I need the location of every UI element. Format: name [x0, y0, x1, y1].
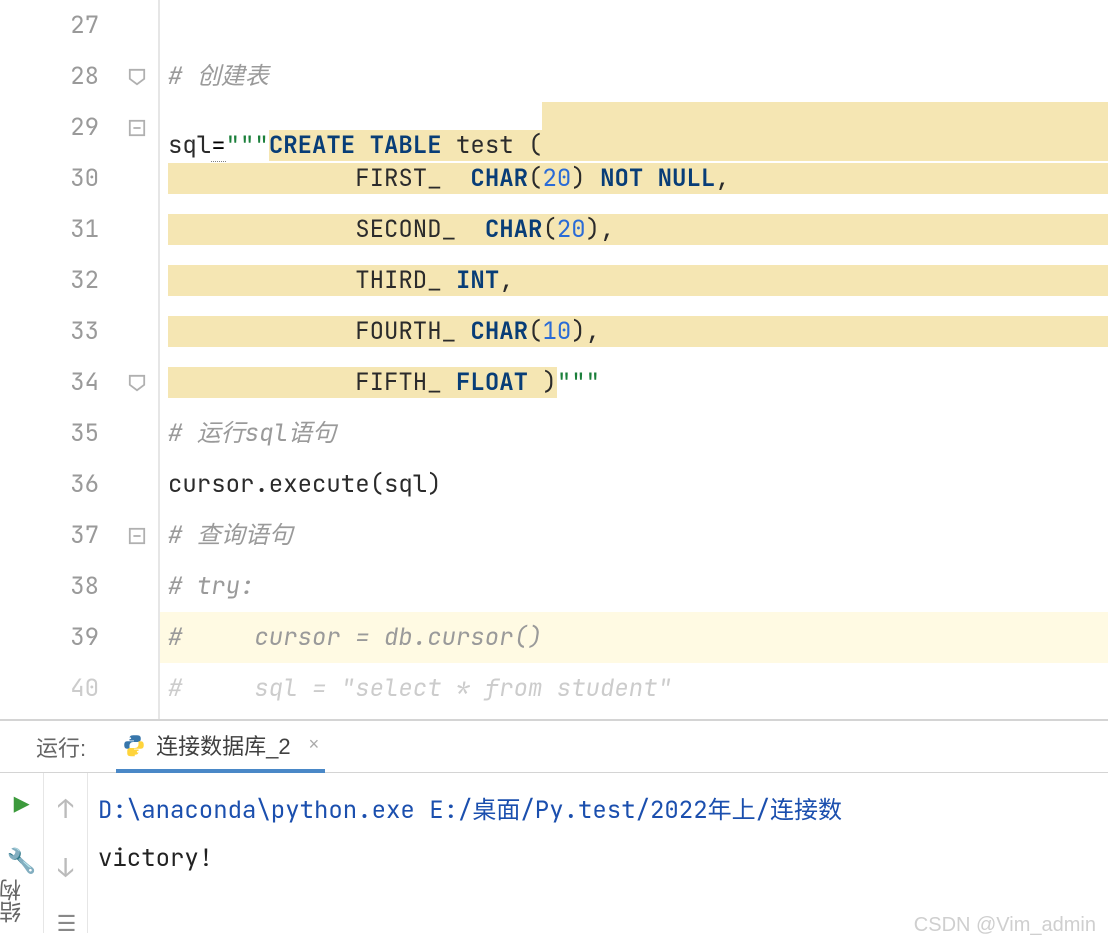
sql-num: 20	[557, 214, 586, 245]
comment: # try:	[168, 571, 254, 602]
sql-num: 20	[542, 163, 571, 194]
code-line[interactable]: # 创建表	[160, 51, 1108, 102]
play-icon[interactable]: ▶	[14, 787, 30, 822]
comment: # sql = "select * from student"	[168, 673, 672, 704]
line-number: 37	[0, 510, 99, 561]
code-line[interactable]: # 运行sql语句	[160, 408, 1108, 459]
line-number: 28	[0, 51, 99, 102]
paren-close: )	[542, 367, 556, 398]
code-line[interactable]	[160, 0, 1108, 51]
string-close: """	[557, 367, 600, 398]
sql-type: CHAR	[470, 316, 528, 347]
code-line[interactable]: FIFTH_ FLOAT )"""	[160, 357, 1108, 408]
console-output[interactable]: D:\anaconda\python.exe E:/桌面/Py.test/202…	[88, 773, 1108, 933]
comment: # cursor = db.cursor()	[168, 622, 542, 653]
run-body: ▶ 🔧 ↑ ↓ ☰ D:\anaconda\python.exe E:/桌面/P…	[0, 773, 1108, 933]
fold-start-icon[interactable]	[126, 525, 148, 547]
sql-num: 10	[542, 316, 571, 347]
code-line[interactable]: # try:	[160, 561, 1108, 612]
sql-type: INT	[456, 265, 499, 296]
fold-end-icon[interactable]	[126, 372, 148, 394]
sql-field: THIRD_	[355, 265, 441, 296]
code-line[interactable]: cursor.execute(sql)	[160, 459, 1108, 510]
sql-field: FIRST_	[355, 163, 441, 194]
code-line[interactable]: SECOND_ CHAR(20),	[160, 204, 1108, 255]
comment: # 运行sql语句	[168, 418, 336, 449]
arrow-up-icon[interactable]: ↑	[58, 791, 74, 826]
run-label: 运行:	[36, 731, 86, 763]
arrow-down-icon[interactable]: ↓	[58, 850, 74, 885]
code-line[interactable]: # 查询语句	[160, 510, 1108, 561]
line-number: 29	[0, 102, 99, 153]
run-toolbar-secondary: ↑ ↓ ☰	[44, 773, 88, 933]
fold-gutter	[120, 0, 160, 719]
code-line-current[interactable]: # cursor = db.cursor()	[160, 612, 1108, 663]
run-tabs: 运行: 连接数据库_2 ×	[0, 721, 1108, 773]
editor-area: 27 28 29 30 31 32 33 34 35 36 37 38 39 4…	[0, 0, 1108, 720]
code-line[interactable]: # sql = "select * from student"	[160, 663, 1108, 714]
line-number-gutter: 27 28 29 30 31 32 33 34 35 36 37 38 39 4…	[0, 0, 120, 719]
line-number: 36	[0, 459, 99, 510]
line-number: 31	[0, 204, 99, 255]
comment-text: 创建表	[197, 61, 269, 92]
comment-prefix: #	[168, 61, 197, 92]
code-line[interactable]: FIRST_ CHAR(20) NOT NULL,	[160, 153, 1108, 204]
run-tab[interactable]: 连接数据库_2 ×	[116, 721, 325, 773]
soft-wrap-icon[interactable]: ☰	[57, 909, 75, 938]
code-statement: cursor.execute(sql)	[168, 469, 442, 500]
line-number: 40	[0, 663, 99, 714]
fold-start-icon[interactable]	[126, 117, 148, 139]
line-number: 34	[0, 357, 99, 408]
line-number: 38	[0, 561, 99, 612]
code-line[interactable]: FOURTH_ CHAR(10),	[160, 306, 1108, 357]
line-number: 33	[0, 306, 99, 357]
run-tab-label: 连接数据库_2	[156, 729, 290, 761]
code-area[interactable]: # 创建表 sql="""CREATE TABLE test ( FIRST_ …	[160, 0, 1108, 719]
sql-constraint: NOT NULL	[600, 163, 715, 194]
code-line[interactable]: sql="""CREATE TABLE test (	[160, 102, 1108, 153]
sql-type: CHAR	[485, 214, 543, 245]
sql-field: FOURTH_	[355, 316, 456, 347]
fold-end-icon[interactable]	[126, 66, 148, 88]
code-line[interactable]: THIRD_ INT,	[160, 255, 1108, 306]
console-line: victory!	[98, 843, 213, 874]
line-number: 30	[0, 153, 99, 204]
line-number: 32	[0, 255, 99, 306]
watermark: CSDN @Vim_admin	[914, 914, 1096, 937]
sql-field: FIFTH_	[355, 367, 441, 398]
line-number: 27	[0, 0, 99, 51]
console-command: D:\anaconda\python.exe E:/桌面/Py.test/202…	[98, 795, 842, 826]
structure-tool-window-button[interactable]: 结构	[0, 879, 28, 923]
sql-type: FLOAT	[456, 367, 528, 398]
python-icon	[122, 733, 146, 757]
sql-type: CHAR	[470, 163, 528, 194]
line-number: 39	[0, 612, 99, 663]
sql-field: SECOND_	[355, 214, 456, 245]
wrench-icon[interactable]: 🔧	[7, 846, 37, 877]
comment: # 查询语句	[168, 520, 293, 551]
line-number: 35	[0, 408, 99, 459]
close-icon[interactable]: ×	[309, 734, 320, 755]
run-panel: 运行: 连接数据库_2 × ▶ 🔧 ↑ ↓ ☰ D:\anaconda\pyth…	[0, 720, 1108, 933]
